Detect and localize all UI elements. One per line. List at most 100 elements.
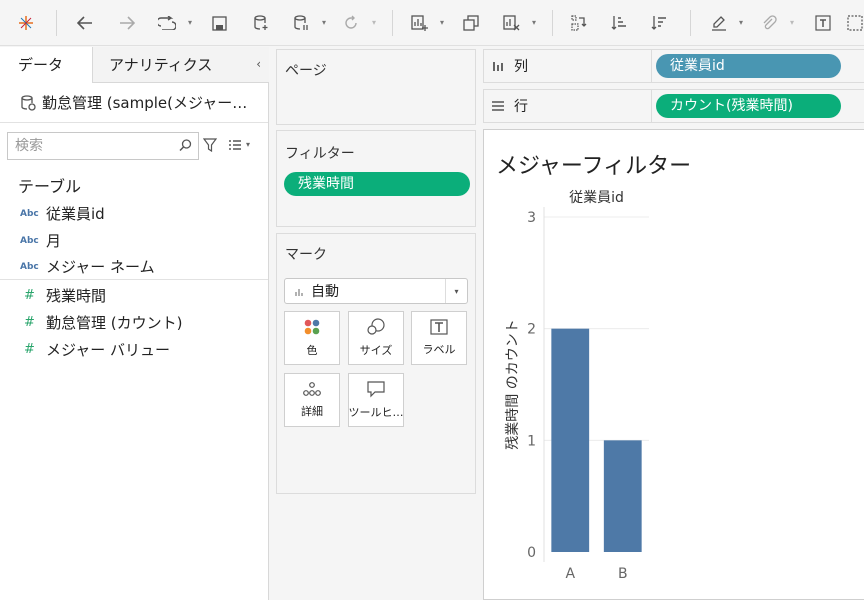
columns-shelf[interactable]: 列 従業員id xyxy=(483,49,864,83)
tab-analytics[interactable]: アナリティクス xyxy=(93,47,269,83)
datasource-item[interactable]: 勤怠管理 (sample(メジャー… xyxy=(20,92,247,113)
size-button[interactable]: サイズ xyxy=(348,311,404,365)
field-item[interactable]: Abc 従業員id xyxy=(0,200,268,227)
redo-dropdown-icon[interactable]: ▾ xyxy=(188,18,192,27)
string-type-icon: Abc xyxy=(20,261,39,272)
rows-shelf[interactable]: 行 カウント(残業時間) xyxy=(483,89,864,123)
fix-axes-icon[interactable] xyxy=(846,9,864,37)
swap-rows-columns-icon[interactable] xyxy=(568,9,590,37)
pane-tabs: データ アナリティクス ‹ xyxy=(0,47,269,83)
highlight-icon[interactable] xyxy=(708,9,730,37)
color-button[interactable]: 色 xyxy=(284,311,340,365)
tooltip-label: ツールヒ… xyxy=(348,406,404,419)
x-tick-label: B xyxy=(618,566,628,582)
y-tick-label: 3 xyxy=(527,210,536,226)
toolbar: ▾ ▾ ▾ ▾ ▾ ▾ ▾ xyxy=(0,0,864,46)
save-icon[interactable] xyxy=(208,9,230,37)
field-name: 残業時間 xyxy=(46,287,107,305)
y-tick-label: 1 xyxy=(527,433,536,449)
bar-chart-icon xyxy=(295,288,303,296)
rows-shelf-label: 行 xyxy=(484,90,652,122)
text-label-icon xyxy=(430,319,448,335)
field-search-input[interactable] xyxy=(8,133,178,159)
rows-pill[interactable]: カウント(残業時間) xyxy=(656,94,841,118)
detail-label: 詳細 xyxy=(301,405,323,418)
pause-updates-icon[interactable] xyxy=(290,9,312,37)
datasource-name: 勤怠管理 (sample(メジャー… xyxy=(42,94,248,112)
number-type-icon: # xyxy=(24,288,35,303)
divider xyxy=(0,279,268,280)
datasource-icon xyxy=(21,94,36,111)
mark-type-value: 自動 xyxy=(311,284,339,300)
viz-canvas[interactable]: メジャーフィルター 従業員id 0 1 2 3 残業時間 のカウント A B xyxy=(483,129,864,600)
forward-icon[interactable] xyxy=(116,9,138,37)
bar-chart: 従業員id 0 1 2 3 残業時間 のカウント A B xyxy=(505,190,649,582)
new-worksheet-icon[interactable] xyxy=(408,9,430,37)
columns-shelf-label: 列 xyxy=(484,50,652,82)
column-header: 従業員id xyxy=(569,190,624,206)
detail-button[interactable]: 詳細 xyxy=(284,373,340,427)
rows-label: 行 xyxy=(514,99,528,115)
size-label: サイズ xyxy=(359,344,393,357)
collapse-pane-icon[interactable]: ‹ xyxy=(256,57,261,71)
new-worksheet-dropdown-icon[interactable]: ▾ xyxy=(440,18,444,27)
y-tick-label: 2 xyxy=(527,322,536,338)
tableau-logo-icon[interactable] xyxy=(16,9,36,37)
clear-dropdown-icon[interactable]: ▾ xyxy=(532,18,536,27)
redo-loop-icon[interactable] xyxy=(155,9,179,37)
show-mark-labels-icon[interactable] xyxy=(812,9,834,37)
field-item[interactable]: Abc メジャー ネーム xyxy=(0,253,268,280)
filter-pill[interactable]: 残業時間 xyxy=(284,172,470,196)
filters-card[interactable]: フィルター 残業時間 xyxy=(276,130,476,227)
marks-title: マーク xyxy=(285,247,327,263)
group-members-icon[interactable] xyxy=(758,9,780,37)
bar-A xyxy=(551,328,590,552)
divider xyxy=(0,122,268,123)
data-pane: データ アナリティクス ‹ 勤怠管理 (sample(メジャー… ▾ テーブル … xyxy=(0,47,269,600)
new-datasource-icon[interactable] xyxy=(250,9,272,37)
field-item[interactable]: # 勤怠管理 (カウント) xyxy=(0,309,268,336)
tooltip-icon xyxy=(367,381,385,398)
field-item[interactable]: # メジャー バリュー xyxy=(0,336,268,363)
color-icon xyxy=(304,319,320,335)
search-icon[interactable] xyxy=(179,139,192,152)
marks-card: マーク 自動 ▾ 色 サイズ ラベル 詳細 ツールヒ… xyxy=(276,233,476,494)
filter-icon[interactable] xyxy=(203,138,217,152)
pause-dropdown-icon[interactable]: ▾ xyxy=(322,18,326,27)
group-dropdown-icon[interactable]: ▾ xyxy=(790,18,794,27)
refresh-icon[interactable] xyxy=(340,9,362,37)
field-item[interactable]: Abc 月 xyxy=(0,227,268,254)
mark-type-dropdown[interactable]: 自動 ▾ xyxy=(284,278,468,304)
color-label: 色 xyxy=(306,344,318,357)
label-button[interactable]: ラベル xyxy=(411,311,467,365)
tooltip-button[interactable]: ツールヒ… xyxy=(348,373,404,427)
bar-B xyxy=(603,440,642,552)
refresh-dropdown-icon[interactable]: ▾ xyxy=(372,18,376,27)
label-label: ラベル xyxy=(422,343,456,356)
sort-ascending-icon[interactable] xyxy=(608,9,630,37)
pages-card[interactable]: ページ xyxy=(276,49,476,125)
field-item[interactable]: # 残業時間 xyxy=(0,282,268,309)
chevron-down-icon[interactable]: ▾ xyxy=(445,279,467,303)
field-name: 従業員id xyxy=(46,205,105,223)
back-icon[interactable] xyxy=(74,9,96,37)
rows-icon xyxy=(492,101,504,111)
clear-sheet-icon[interactable] xyxy=(500,9,522,37)
field-name: メジャー バリュー xyxy=(46,341,171,359)
columns-pill[interactable]: 従業員id xyxy=(656,54,841,78)
columns-label: 列 xyxy=(514,59,528,75)
sort-descending-icon[interactable] xyxy=(648,9,670,37)
x-tick-label: A xyxy=(565,566,575,582)
field-search-box xyxy=(7,132,199,160)
columns-icon xyxy=(493,62,503,71)
string-type-icon: Abc xyxy=(20,235,39,246)
view-dropdown-icon[interactable]: ▾ xyxy=(246,140,250,149)
number-type-icon: # xyxy=(24,315,35,330)
filters-title: フィルター xyxy=(285,146,355,162)
highlight-dropdown-icon[interactable]: ▾ xyxy=(739,18,743,27)
duplicate-sheet-icon[interactable] xyxy=(460,9,482,37)
string-type-icon: Abc xyxy=(20,208,39,219)
view-list-icon[interactable] xyxy=(228,140,242,150)
tab-data[interactable]: データ xyxy=(0,47,93,83)
field-name: 月 xyxy=(46,232,62,250)
